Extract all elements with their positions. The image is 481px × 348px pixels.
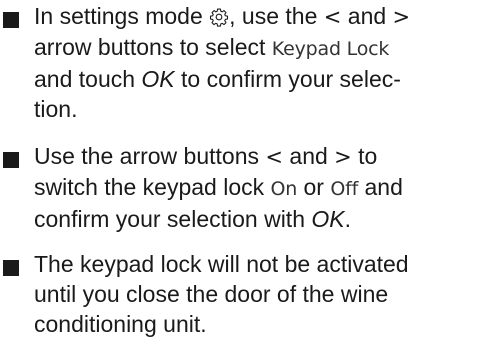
text-line: tion. [34,94,479,124]
text-line: In settings mode , use the < and > [34,1,479,32]
text-line: switch the keypad lock On or Off and [34,172,479,204]
item-text: In settings mode , use the < and > arrow… [34,1,479,124]
text-segment: arrow buttons to select [34,34,272,60]
instruction-list: In settings mode , use the < and > arrow… [0,0,481,348]
gear-icon [210,8,229,27]
display-text-on: On [270,178,298,200]
bullet-square [3,260,19,276]
text-segment: or [297,174,331,200]
text-line: and touch OK to confirm your selec- [34,64,479,94]
text-segment: and touch [34,66,142,92]
ok-label: OK [311,206,345,232]
text-line: The keypad lock will not be activated [34,251,409,277]
text-segment: confirm your selection with [34,206,312,232]
text-segment: to [351,143,378,169]
text-segment: to confirm your selec- [174,66,401,92]
display-text-keypad-lock: Keypad Lock [271,38,390,60]
text-segment: and [341,3,393,29]
text-line: Use the arrow buttons < and > to [34,141,479,172]
left-arrow-symbol: < [265,145,284,169]
text-line: confirm your selection with OK. [34,204,479,234]
text-segment: In settings mode [34,3,210,29]
bullet-square [3,12,19,28]
right-arrow-symbol: > [334,145,352,169]
text-line: arrow buttons to select Keypad Lock [34,32,479,64]
text-segment: . [344,206,352,232]
text-segment: , use the [229,3,324,29]
text-segment: and [358,174,403,200]
text-segment: tion. [34,96,78,122]
text-line: until you close the door of the wine [34,281,389,307]
bullet-square [3,152,19,168]
text-segment: switch the keypad lock [34,174,271,200]
item-text: The keypad lock will not be activated un… [34,249,479,339]
text-segment: and [283,143,335,169]
left-arrow-symbol: < [323,5,342,29]
display-text-off: Off [330,178,359,200]
text-segment: Use the arrow buttons [34,143,266,169]
item-text: Use the arrow buttons < and > to switch … [34,141,479,234]
right-arrow-symbol: > [392,5,411,29]
ok-label: OK [141,66,175,92]
text-line: conditioning unit. [34,311,207,337]
